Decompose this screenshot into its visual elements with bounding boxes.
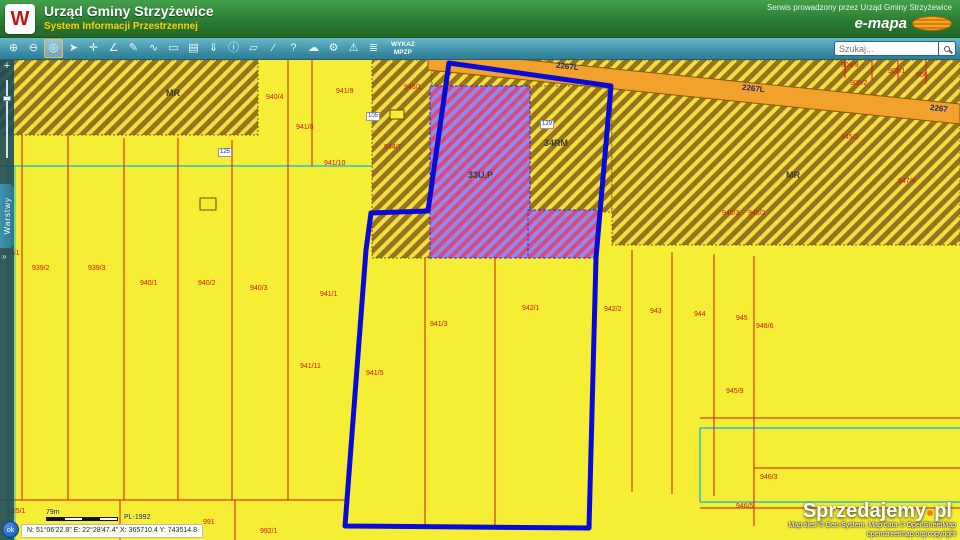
emapa-logo-text: e-mapa bbox=[854, 15, 907, 32]
help-button[interactable]: ? bbox=[284, 39, 303, 58]
search-box bbox=[834, 41, 956, 56]
watermark-sprzedajemy: Sprzedajemy pl bbox=[803, 500, 952, 523]
wykaz-label-line2: MPZP bbox=[394, 49, 412, 56]
settings-button[interactable]: ⚙ bbox=[324, 39, 343, 58]
left-panel: + Warstwy » bbox=[0, 60, 14, 540]
map-attribution: Map tiles © Geo-System, Map data © OpenS… bbox=[789, 522, 957, 539]
layers-button[interactable]: ≣ bbox=[364, 39, 383, 58]
area-measure-button[interactable]: ▱ bbox=[244, 39, 263, 58]
scale-label: 79m bbox=[46, 509, 60, 516]
zoom-slider-handle[interactable] bbox=[3, 96, 11, 101]
zoom-out-button[interactable]: ⊖ bbox=[24, 39, 43, 58]
search-icon bbox=[944, 46, 950, 52]
ok-button[interactable]: ok bbox=[2, 521, 19, 538]
crs-label: PL-1992 bbox=[124, 514, 150, 521]
wykaz-label-line1: WYKAZ bbox=[391, 41, 415, 48]
measure-angle-button[interactable]: ∠ bbox=[104, 39, 123, 58]
cadastral-map bbox=[0, 60, 960, 540]
gmina-coat-of-arms-logo[interactable]: W bbox=[5, 4, 35, 34]
logo-letter: W bbox=[11, 8, 30, 31]
layers-tab[interactable]: Warstwy bbox=[0, 184, 14, 248]
emapa-logo-ellipse-icon bbox=[912, 16, 952, 31]
select-box-button[interactable]: ▭ bbox=[164, 39, 183, 58]
zoom-slider-track[interactable] bbox=[6, 80, 8, 158]
watermark-tld: pl bbox=[934, 500, 952, 522]
attribution-line2[interactable]: openstreetmap.org/copyright bbox=[789, 531, 957, 539]
download-button[interactable]: ⇓ bbox=[204, 39, 223, 58]
wykaz-mpzp-button[interactable]: WYKAZ MPZP bbox=[391, 41, 415, 57]
attribution-line1: Map tiles © Geo-System, Map data © OpenS… bbox=[789, 522, 957, 530]
page-title: Urząd Gminy Strzyżewice bbox=[44, 3, 214, 19]
warning-button[interactable]: ⚠ bbox=[344, 39, 363, 58]
zoom-extent-button[interactable]: ◎ bbox=[44, 39, 63, 58]
search-button[interactable] bbox=[938, 41, 956, 56]
toolbar-buttons: ⊕⊖◎➤✛∠✎∿▭▤⇓ⓘ▱∕?☁⚙⚠≣ bbox=[4, 39, 383, 58]
service-note: Serwis prowadzony przez Urząd Gminy Strz… bbox=[767, 3, 952, 12]
select-cursor-button[interactable]: ➤ bbox=[64, 39, 83, 58]
page-subtitle: System Informacji Przestrzennej bbox=[44, 21, 214, 32]
info-button[interactable]: ⓘ bbox=[224, 39, 243, 58]
map-viewport[interactable]: 940/4941/9941/8941/10945/1944/7939/1939/… bbox=[0, 60, 960, 540]
slash-measure-button[interactable]: ∕ bbox=[264, 39, 283, 58]
print-button[interactable]: ▤ bbox=[184, 39, 203, 58]
polyline-button[interactable]: ∿ bbox=[144, 39, 163, 58]
emapa-brand[interactable]: e-mapa bbox=[854, 15, 952, 32]
cloud-button[interactable]: ☁ bbox=[304, 39, 323, 58]
gis-portal: W Urząd Gminy Strzyżewice System Informa… bbox=[0, 0, 960, 540]
draw-button[interactable]: ✎ bbox=[124, 39, 143, 58]
scale-bar bbox=[46, 517, 118, 521]
coordinates-readout: N: 51°06'22.8" E: 22°28'47.4" X: 365710.… bbox=[21, 524, 203, 538]
layers-tab-label: Warstwy bbox=[3, 197, 12, 234]
chevron-expand-icon[interactable]: » bbox=[2, 252, 6, 261]
watermark-dot-icon bbox=[927, 510, 933, 516]
header: W Urząd Gminy Strzyżewice System Informa… bbox=[0, 0, 960, 38]
titles: Urząd Gminy Strzyżewice System Informacj… bbox=[44, 3, 214, 32]
zoom-in-icon[interactable]: + bbox=[0, 60, 14, 74]
map-toolbar: ⊕⊖◎➤✛∠✎∿▭▤⇓ⓘ▱∕?☁⚙⚠≣ WYKAZ MPZP bbox=[0, 38, 960, 60]
scale-widget: 79m PL-1992 bbox=[46, 509, 150, 521]
pan-button[interactable]: ✛ bbox=[84, 39, 103, 58]
zoom-in-button[interactable]: ⊕ bbox=[4, 39, 23, 58]
search-input[interactable] bbox=[834, 41, 938, 56]
watermark-brand: Sprzedajemy bbox=[803, 500, 926, 522]
